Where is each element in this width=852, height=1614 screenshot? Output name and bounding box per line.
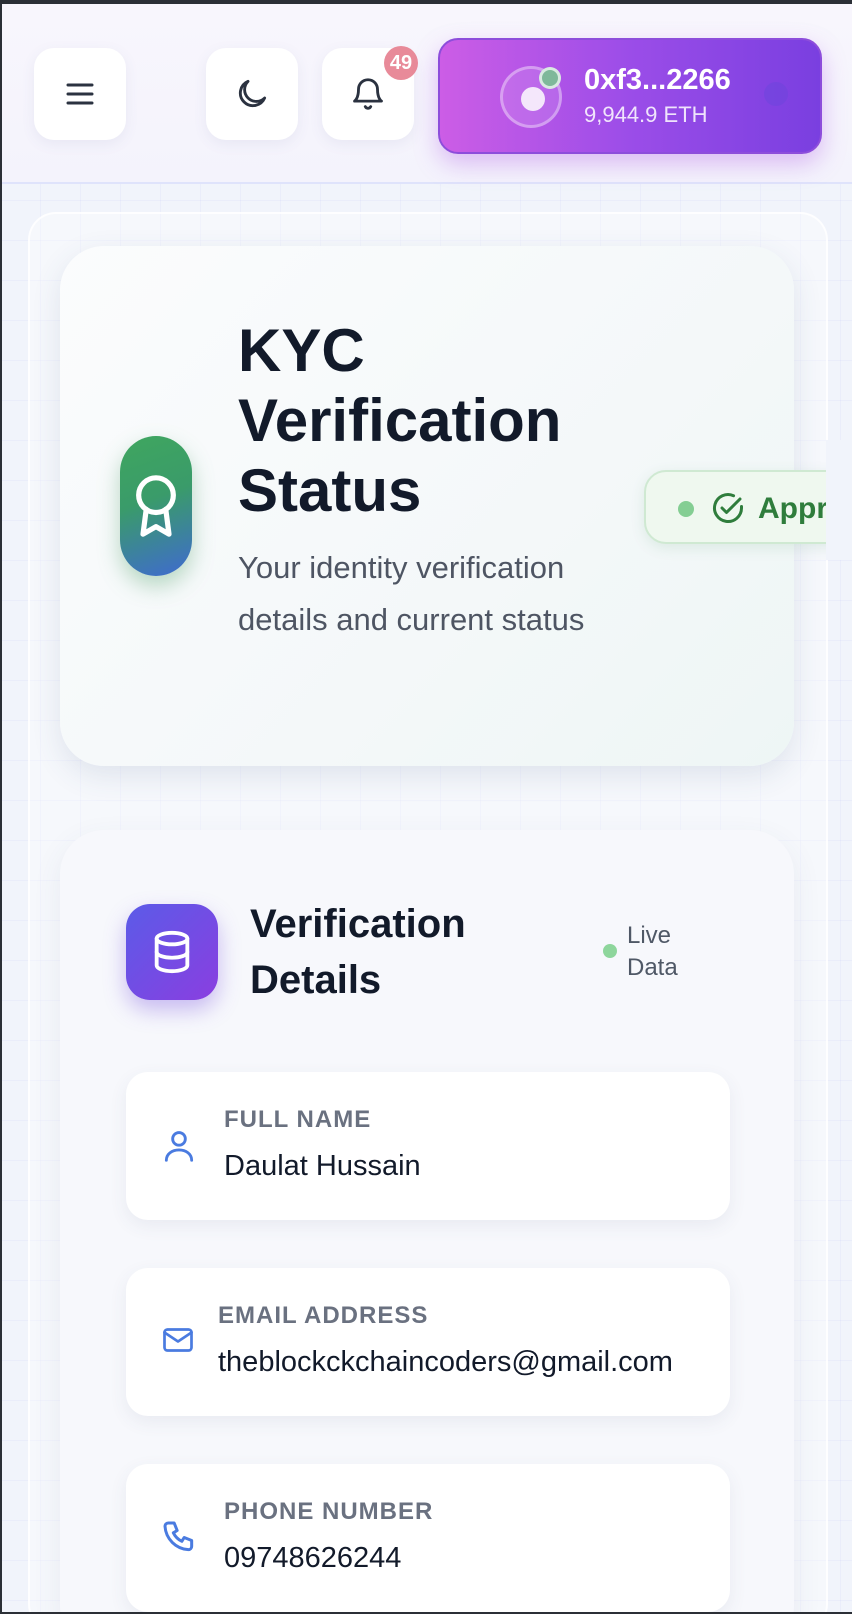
phone-icon [163,1521,194,1552]
notification-count-badge: 49 [384,46,418,80]
page-subtitle: Your identity verification details and c… [238,550,585,637]
award-icon [136,475,176,537]
top-header: 49 0xf3...2266 9,944.9 ETH [2,4,852,184]
database-icon [154,930,190,974]
phone-field: PHONE NUMBER 09748626244 [126,1464,730,1612]
database-badge [126,904,218,1000]
wallet-online-indicator [539,67,561,89]
page-title: KYC Verification Status [238,317,562,524]
field-value: Daulat Hussain [224,1150,421,1182]
menu-button[interactable] [34,48,126,140]
live-data-label: Live Data [627,922,678,981]
viewport-edge [826,440,852,560]
bell-icon [353,78,383,110]
wallet-avatar [500,66,562,128]
field-label: PHONE NUMBER [224,1498,434,1525]
user-icon [164,1131,194,1162]
wallet-balance: 9,944.9 ETH [584,102,708,127]
live-indicator-dot [603,944,617,958]
status-badge: Approved [644,470,844,544]
window-left-edge [0,0,2,1614]
moon-icon [238,79,267,108]
section-title: Verification Details [250,902,466,1002]
status-dot [678,501,694,517]
theme-toggle-button[interactable] [206,48,298,140]
award-badge [120,436,192,576]
wallet-avatar-dot [521,87,545,111]
full-name-field: FULL NAME Daulat Hussain [126,1072,730,1220]
wallet-address: 0xf3...2266 [584,64,731,96]
field-label: FULL NAME [224,1106,372,1133]
check-circle-icon [713,493,743,523]
mail-icon [163,1328,193,1352]
wallet-decoration [764,82,788,106]
wallet-button[interactable]: 0xf3...2266 9,944.9 ETH [438,38,822,154]
menu-icon [66,83,94,105]
email-field: EMAIL ADDRESS theblockckchaincoders@gmai… [126,1268,730,1416]
notifications-button[interactable]: 49 [322,46,418,140]
field-value: 09748626244 [224,1542,402,1574]
field-label: EMAIL ADDRESS [218,1302,429,1329]
field-value: theblockckchaincoders@gmail.com [218,1346,673,1378]
